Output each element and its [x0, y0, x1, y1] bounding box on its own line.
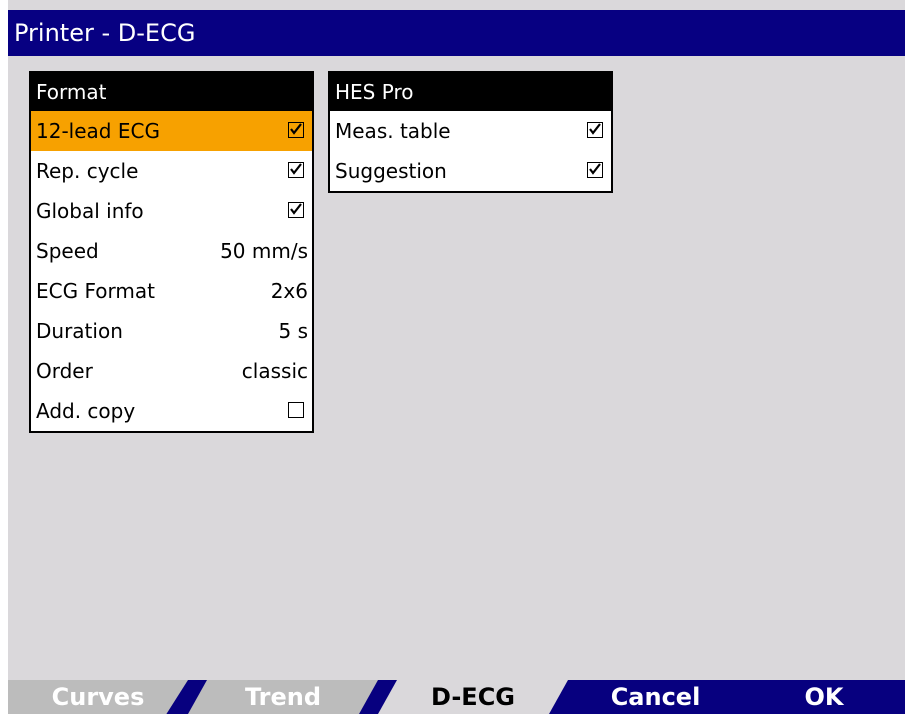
- checkbox-checked-icon[interactable]: [288, 162, 304, 178]
- row-duration[interactable]: Duration 5 s: [31, 311, 312, 351]
- tab-trend[interactable]: Trend: [188, 680, 378, 714]
- row-label: ECG Format: [36, 279, 155, 303]
- checkbox-unchecked-icon[interactable]: [288, 402, 304, 418]
- tab-curves[interactable]: Curves: [8, 680, 188, 714]
- row-rep-cycle[interactable]: Rep. cycle: [31, 151, 312, 191]
- row-label: Rep. cycle: [36, 159, 139, 183]
- row-label: Global info: [36, 199, 144, 223]
- row-global-info[interactable]: Global info: [31, 191, 312, 231]
- format-panel: Format 12-lead ECG Rep. cycle Global inf…: [29, 71, 314, 433]
- row-value: 2x6: [270, 279, 308, 303]
- row-label: Suggestion: [335, 159, 447, 183]
- checkbox-checked-icon[interactable]: [288, 122, 304, 138]
- row-ecg-format[interactable]: ECG Format 2x6: [31, 271, 312, 311]
- row-label: Add. copy: [36, 399, 136, 423]
- window-title: Printer - D-ECG: [8, 10, 905, 56]
- row-meas-table[interactable]: Meas. table: [330, 111, 611, 151]
- row-suggestion[interactable]: Suggestion: [330, 151, 611, 191]
- row-value: 5 s: [278, 319, 308, 343]
- hes-pro-panel: HES Pro Meas. table Suggestion: [328, 71, 613, 193]
- row-label: Order: [36, 359, 93, 383]
- device-screen: Printer - D-ECG Format 12-lead ECG Rep. …: [8, 0, 905, 714]
- row-order[interactable]: Order classic: [31, 351, 312, 391]
- checkbox-checked-icon[interactable]: [288, 202, 304, 218]
- checkbox-checked-icon[interactable]: [587, 162, 603, 178]
- row-label: Meas. table: [335, 119, 451, 143]
- tab-d-ecg[interactable]: D-ECG: [378, 680, 568, 714]
- checkbox-checked-icon[interactable]: [587, 122, 603, 138]
- row-label: Speed: [36, 239, 99, 263]
- row-value: 50 mm/s: [220, 239, 308, 263]
- hes-pro-panel-header: HES Pro: [330, 73, 611, 111]
- format-panel-header: Format: [31, 73, 312, 111]
- row-label: Duration: [36, 319, 123, 343]
- row-12-lead-ecg[interactable]: 12-lead ECG: [31, 111, 312, 151]
- row-label: 12-lead ECG: [36, 119, 160, 143]
- ok-button[interactable]: OK: [743, 680, 905, 714]
- row-speed[interactable]: Speed 50 mm/s: [31, 231, 312, 271]
- cancel-button[interactable]: Cancel: [568, 680, 743, 714]
- row-value: classic: [241, 359, 308, 383]
- softkey-bar: Curves Trend D-ECG Cancel OK: [8, 680, 905, 714]
- row-add-copy[interactable]: Add. copy: [31, 391, 312, 431]
